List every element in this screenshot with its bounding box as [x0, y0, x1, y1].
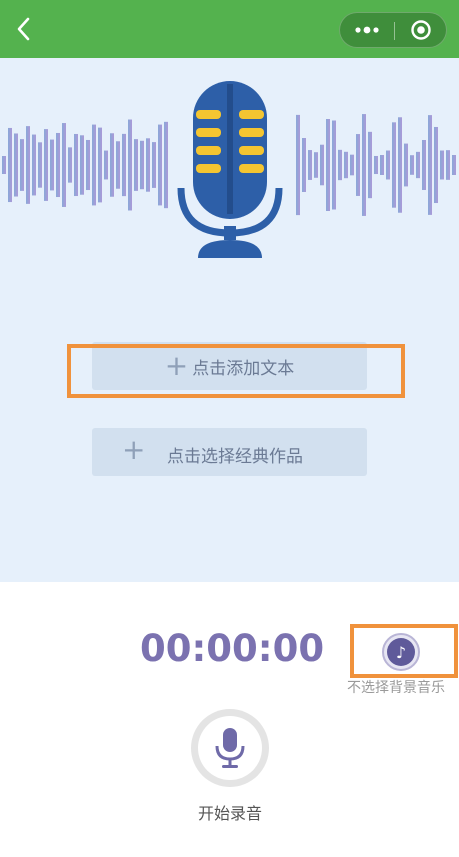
wave-bar	[398, 117, 402, 213]
wave-bar	[416, 151, 420, 179]
add-text-button[interactable]: + 点击添加文本	[92, 342, 367, 390]
wave-bar	[134, 139, 138, 191]
microphone-icon	[215, 728, 245, 768]
wave-bar	[452, 154, 456, 176]
capsule-menu	[339, 12, 447, 48]
wave-bar	[110, 133, 114, 197]
wave-bar	[344, 151, 348, 179]
wave-bar	[296, 114, 300, 216]
wave-bar	[8, 127, 12, 203]
wave-bar	[122, 133, 126, 197]
plus-icon: +	[164, 349, 189, 382]
add-text-label: 点击添加文本	[192, 358, 295, 379]
wave-bar	[326, 118, 330, 212]
music-note-icon: ♪	[387, 638, 415, 666]
wave-bar	[140, 140, 144, 190]
start-recording-button[interactable]	[191, 709, 269, 787]
wave-bar	[146, 138, 150, 192]
choose-classic-label: 点击选择经典作品	[167, 447, 303, 467]
wave-bar	[320, 144, 324, 186]
wave-bar	[440, 150, 444, 180]
wave-bar	[62, 123, 66, 207]
wave-bar	[86, 139, 90, 191]
wave-bar	[44, 129, 48, 201]
wave-bar	[26, 126, 30, 204]
wave-bar	[116, 141, 120, 189]
wave-bar	[50, 139, 54, 191]
more-button[interactable]	[340, 13, 394, 47]
more-dots-icon	[355, 26, 379, 34]
choose-classic-button[interactable]: + 点击选择经典作品	[92, 428, 367, 476]
plus-icon: +	[122, 433, 146, 466]
wave-bar	[20, 139, 24, 191]
wave-bar	[2, 156, 6, 174]
wave-bar	[32, 134, 36, 196]
back-button[interactable]	[10, 14, 40, 44]
wave-bar	[74, 133, 78, 197]
background-music-button[interactable]: ♪	[382, 633, 420, 671]
wave-bar	[404, 143, 408, 187]
wave-bar	[164, 121, 168, 209]
wave-bar	[68, 147, 72, 183]
wave-bar	[104, 150, 108, 180]
microphone-icon	[177, 81, 283, 258]
wave-bar	[302, 138, 306, 192]
wave-bar	[434, 126, 438, 204]
wave-bar	[128, 119, 132, 211]
navigation-bar	[0, 0, 459, 58]
wave-bar	[338, 149, 342, 181]
wave-bar	[152, 142, 156, 188]
sound-wave-illustration	[2, 81, 456, 258]
wave-bar	[386, 150, 390, 180]
wave-bar	[350, 154, 354, 176]
wave-bar	[362, 114, 366, 216]
wave-bar	[410, 155, 414, 175]
wave-bar	[392, 122, 396, 208]
wave-bar	[158, 124, 162, 206]
wave-bar	[356, 134, 360, 196]
close-button[interactable]	[395, 13, 447, 47]
wave-bar	[368, 131, 372, 199]
wave-bar	[38, 142, 42, 188]
wave-bar	[314, 152, 318, 178]
target-circle-icon	[411, 20, 431, 40]
recording-timer: 00:00:00	[140, 627, 325, 670]
wave-bar	[428, 115, 432, 215]
wave-bar	[332, 120, 336, 210]
wave-bar	[14, 133, 18, 197]
wave-bar	[380, 155, 384, 175]
wave-bar	[56, 132, 60, 198]
wave-bar	[80, 135, 84, 195]
wave-bar	[92, 124, 96, 206]
wave-bar	[446, 150, 450, 180]
wave-bar	[422, 140, 426, 190]
wave-bar	[374, 155, 378, 175]
chevron-left-icon	[17, 17, 30, 41]
start-recording-label[interactable]: 开始录音	[180, 800, 280, 824]
background-music-label[interactable]: 不选择背景音乐	[347, 677, 459, 697]
wave-bar	[308, 150, 312, 180]
wave-bar	[98, 127, 102, 203]
